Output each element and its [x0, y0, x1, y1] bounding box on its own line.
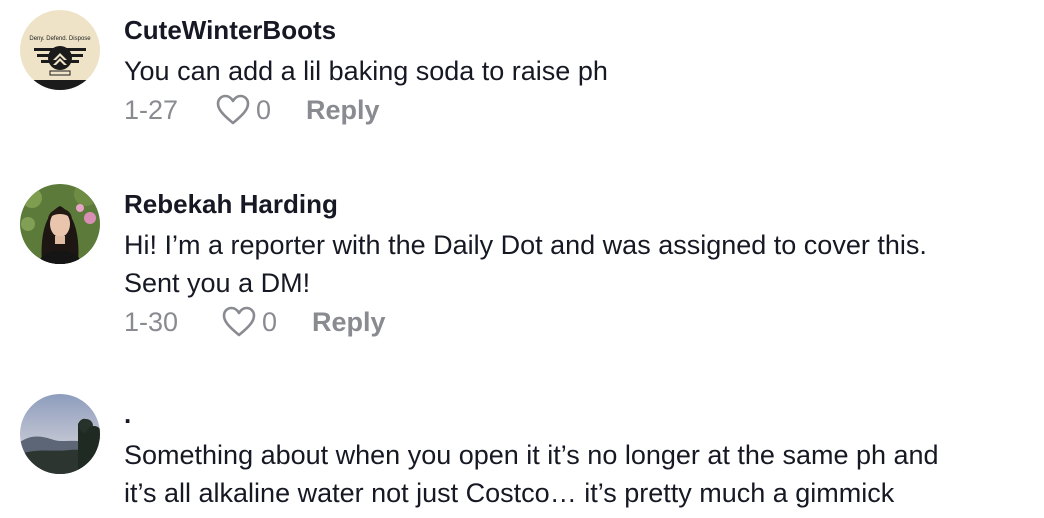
comment-username[interactable]: Rebekah Harding	[124, 188, 1034, 220]
heart-icon	[222, 306, 256, 337]
comment-text: Something about when you open it it’s no…	[124, 440, 939, 470]
avatar-badge-text: Deny. Defend. Dispose	[29, 36, 91, 42]
comment-username[interactable]: CuteWinterBoots	[124, 14, 1034, 46]
like-button[interactable]: 0	[216, 94, 296, 126]
comment-text: Sent you a DM!	[124, 268, 311, 298]
comment-date: 1-27	[124, 94, 179, 125]
reply-button[interactable]: Reply	[312, 307, 386, 338]
comment-text: Hi! I’m a reporter with the Daily Dot an…	[124, 230, 927, 260]
heart-icon	[216, 94, 250, 125]
deny-defend-dispose-badge-icon: Deny. Defend. Dispose	[20, 10, 100, 90]
avatar[interactable]: Deny. Defend. Dispose	[20, 10, 100, 90]
reply-button[interactable]: Reply	[306, 95, 380, 126]
comment-meta: 1-30 0 Reply	[124, 302, 1034, 342]
avatar[interactable]	[20, 184, 100, 264]
landscape-photo-icon	[20, 394, 100, 474]
comment-text: You can add a lil baking soda to raise p…	[124, 56, 608, 86]
comment-text: it’s all alkaline water not just Costco……	[124, 478, 895, 508]
profile-photo-icon	[20, 184, 100, 264]
comment-date: 1-30	[124, 306, 179, 337]
comment-username[interactable]: .	[124, 398, 1034, 430]
like-button[interactable]: 0	[222, 306, 302, 338]
like-count: 0	[256, 94, 272, 125]
avatar[interactable]	[20, 394, 100, 474]
comment-meta: 1-27 0 Reply	[124, 90, 1034, 130]
like-count: 0	[262, 306, 278, 337]
